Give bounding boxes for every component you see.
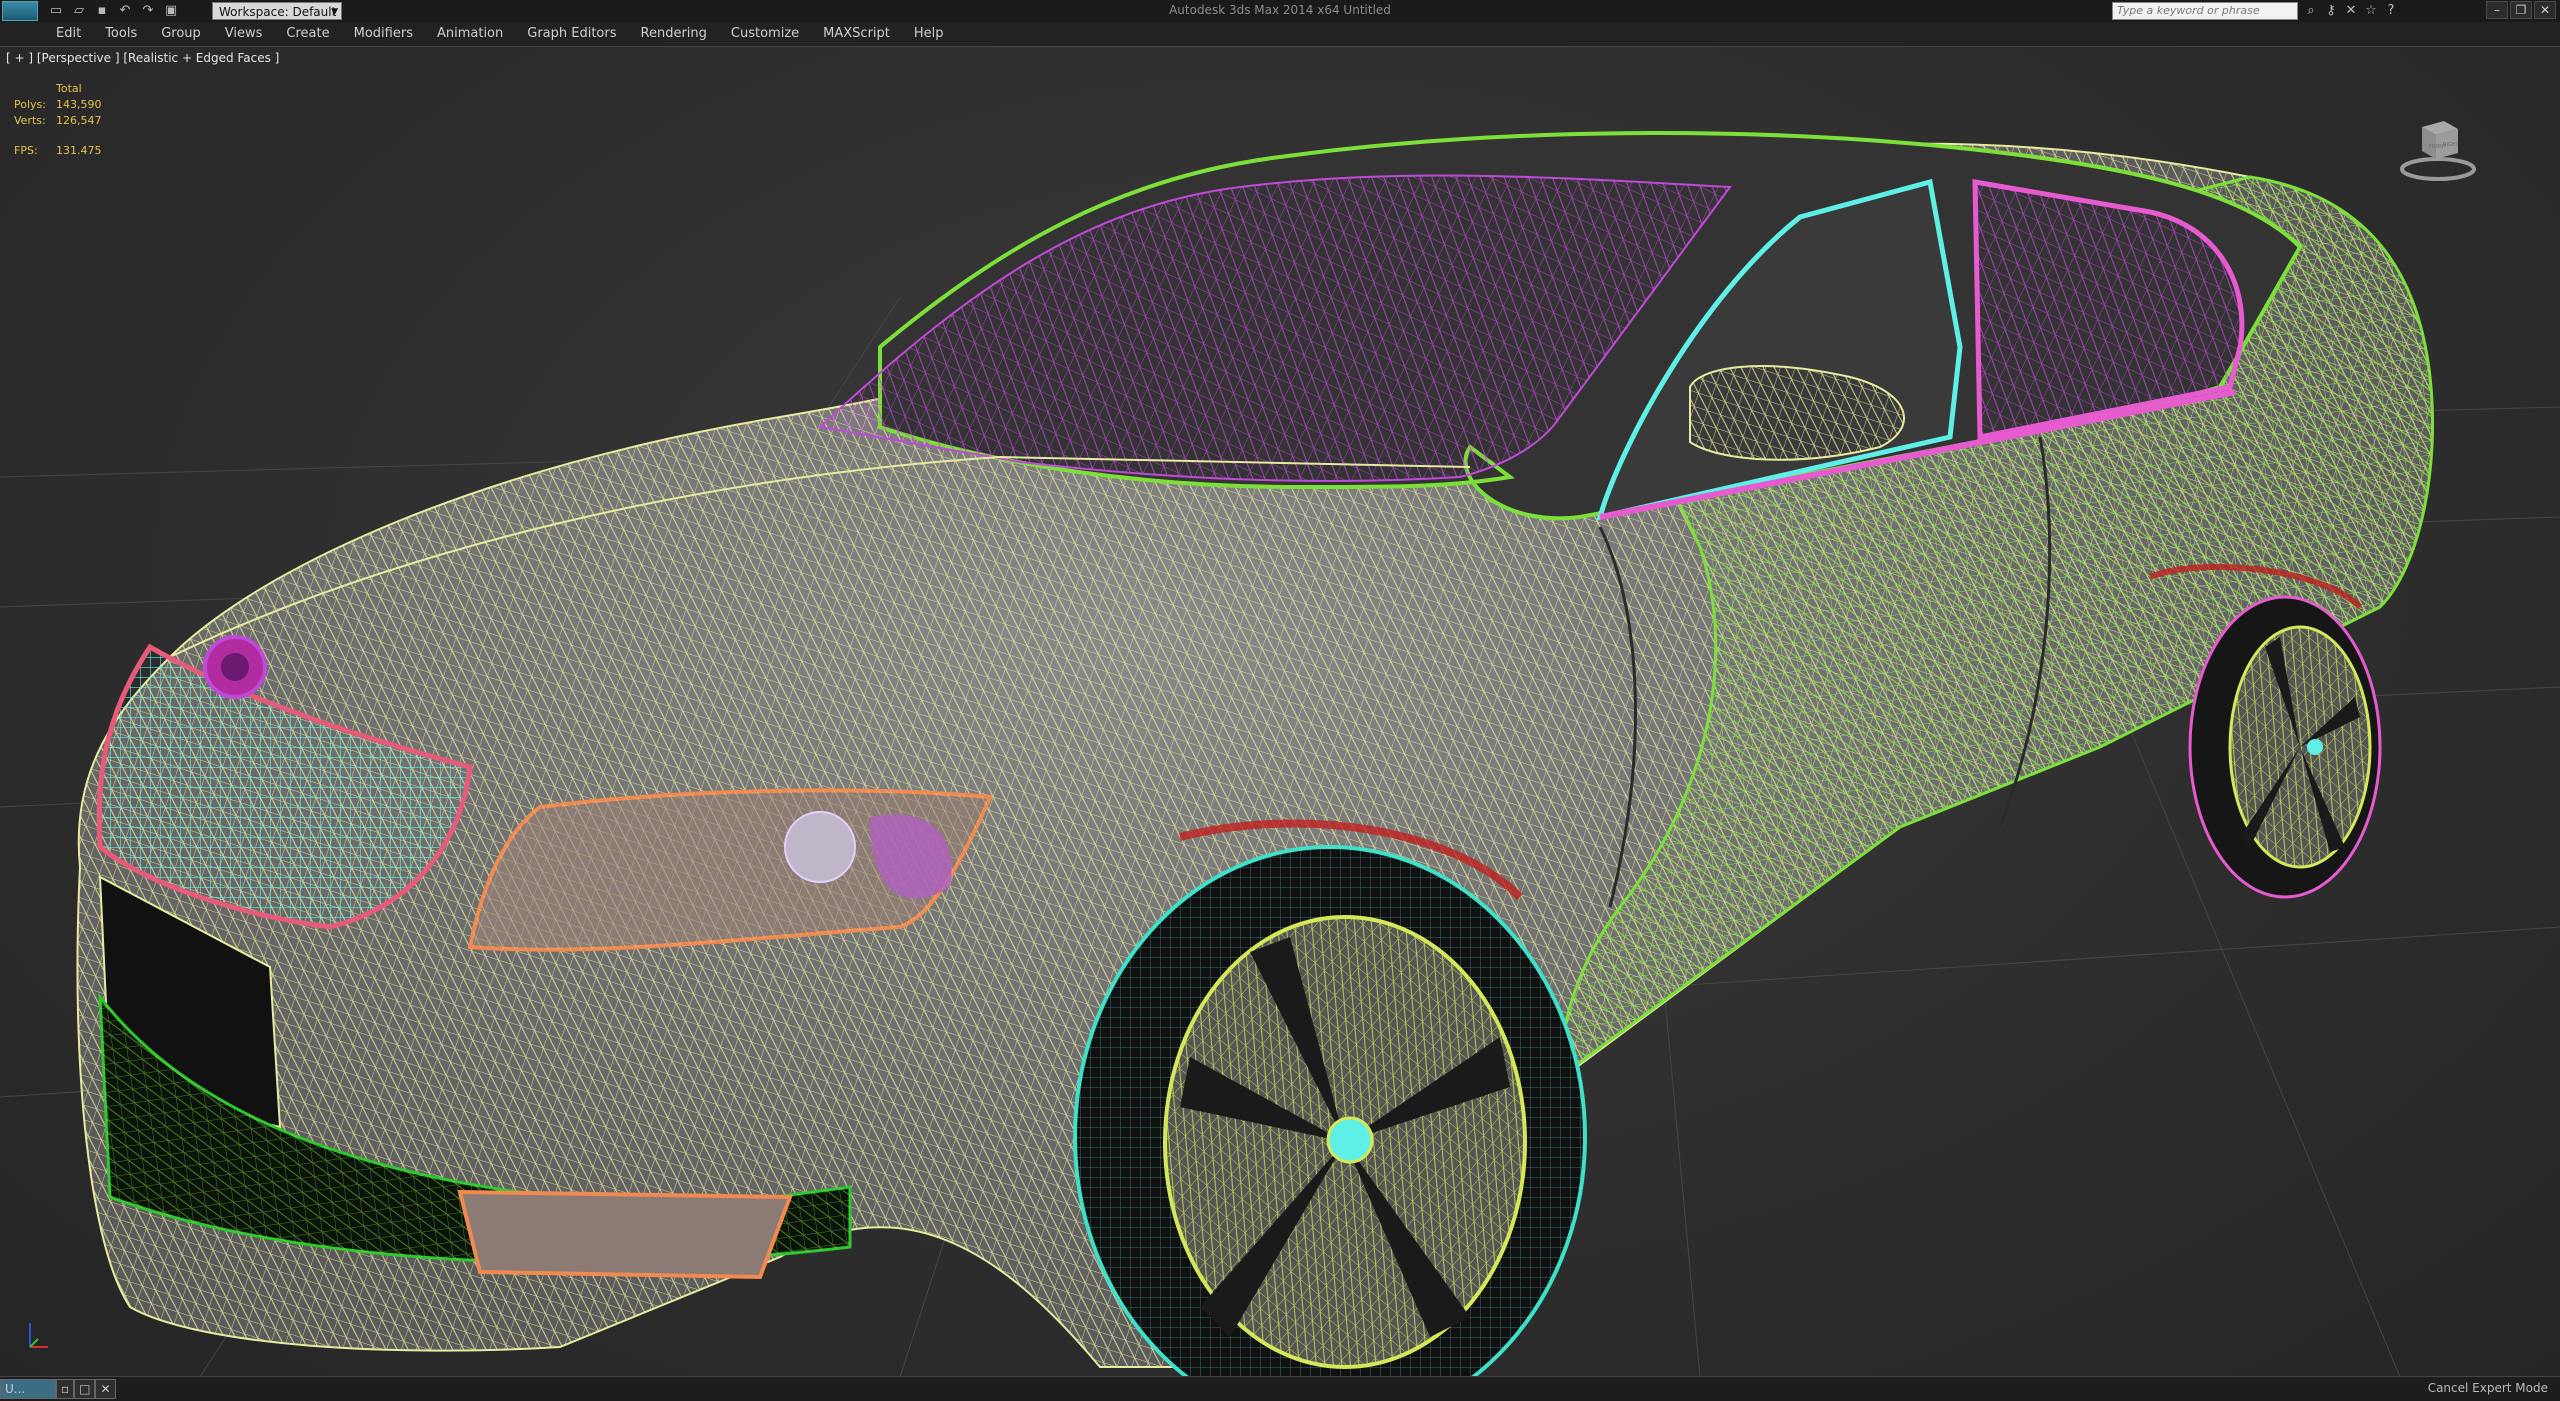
polys-value: 143,590 xyxy=(56,98,102,111)
polys-label: Polys: xyxy=(14,98,46,111)
menu-edit[interactable]: Edit xyxy=(0,22,93,46)
menu-group[interactable]: Group xyxy=(149,22,213,46)
infocenter-icons: ⌕ ⚷ ✕ ☆ ? xyxy=(2302,1,2400,21)
window-controls: – ❐ ✕ xyxy=(2486,1,2556,19)
menu-views[interactable]: Views xyxy=(213,22,275,46)
title-bar: ▭ ▱ ▪ ↶ ↷ ▣ Workspace: Default ▼ Autodes… xyxy=(0,0,2560,22)
menu-rendering[interactable]: Rendering xyxy=(629,22,719,46)
viewport-label[interactable]: [ + ] [Perspective ] [Realistic + Edged … xyxy=(6,51,279,65)
menu-create[interactable]: Create xyxy=(274,22,341,46)
key-icon[interactable]: ⚷ xyxy=(2322,1,2340,21)
stats-fps: FPS: 131.475 xyxy=(14,143,102,159)
status-bar: U... ▫ □ ✕ Cancel Expert Mode xyxy=(0,1376,2560,1401)
search-input[interactable]: Type a keyword or phrase xyxy=(2112,2,2298,20)
axis-tripod-icon xyxy=(29,1323,48,1348)
fps-label: FPS: xyxy=(14,144,38,157)
minimize-button[interactable]: – xyxy=(2486,1,2508,19)
menu-bar: Edit Tools Group Views Create Modifiers … xyxy=(0,22,2560,46)
menu-modifiers[interactable]: Modifiers xyxy=(342,22,425,46)
verts-label: Verts: xyxy=(14,114,46,127)
help-icon[interactable]: ? xyxy=(2382,1,2400,21)
menu-tools[interactable]: Tools xyxy=(93,22,149,46)
star-icon[interactable]: ☆ xyxy=(2362,1,2380,21)
viewcube-right-face: RIGHT xyxy=(2443,142,2460,148)
stats-polys: Polys: 143,590 xyxy=(14,97,102,113)
menu-animation[interactable]: Animation xyxy=(425,22,515,46)
verts-value: 126,547 xyxy=(56,114,102,127)
stats-total-label: Total xyxy=(56,82,82,95)
close-button[interactable]: ✕ xyxy=(2534,1,2556,19)
viewport-statistics: Total Polys: 143,590 Verts: 126,547 FPS:… xyxy=(14,81,102,159)
exchange-icon[interactable]: ✕ xyxy=(2342,1,2360,21)
fps-value: 131.475 xyxy=(56,144,102,157)
viewcube-icon[interactable]: FRONT RIGHT xyxy=(2400,107,2476,183)
binoculars-icon[interactable]: ⌕ xyxy=(2302,1,2320,21)
close-task-icon[interactable]: ✕ xyxy=(95,1379,116,1399)
menu-graph-editors[interactable]: Graph Editors xyxy=(515,22,628,46)
menu-maxscript[interactable]: MAXScript xyxy=(811,22,902,46)
menu-help[interactable]: Help xyxy=(902,22,956,46)
minimized-windows: U... ▫ □ ✕ xyxy=(0,1379,116,1399)
perspective-viewport[interactable]: [ + ] [Perspective ] [Realistic + Edged … xyxy=(0,46,2560,1377)
restore-button[interactable]: ❐ xyxy=(2510,1,2532,19)
car-wireframe-scene xyxy=(0,131,2560,1377)
restore-task-icon[interactable]: ▫ xyxy=(56,1379,75,1399)
stats-verts: Verts: 126,547 xyxy=(14,113,102,129)
maximize-task-icon[interactable]: □ xyxy=(74,1379,96,1399)
menu-customize[interactable]: Customize xyxy=(719,22,811,46)
cancel-expert-mode-button[interactable]: Cancel Expert Mode xyxy=(2428,1381,2548,1395)
task-button[interactable]: U... xyxy=(0,1379,56,1399)
